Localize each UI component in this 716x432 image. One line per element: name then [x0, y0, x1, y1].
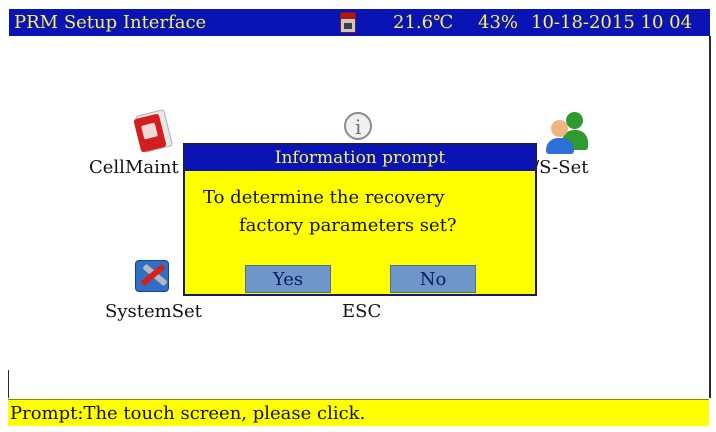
system-tools-icon[interactable]	[133, 256, 173, 296]
systemset-label: SystemSet	[105, 301, 202, 322]
cell-maintenance-icon[interactable]	[133, 108, 174, 154]
temperature-readout: 21.6℃	[393, 12, 454, 33]
information-dialog: Information prompt To determine the reco…	[183, 143, 537, 296]
yes-button[interactable]: Yes	[245, 265, 331, 293]
app-title: PRM Setup Interface	[14, 12, 207, 33]
datetime-readout: 10-18-2015 10 04	[531, 12, 693, 33]
user-head-front	[551, 120, 568, 137]
no-button[interactable]: No	[390, 265, 476, 293]
dialog-title: Information prompt	[185, 145, 535, 171]
info-icon-ring	[344, 112, 372, 140]
left-border	[8, 370, 9, 398]
sd-card-icon	[340, 12, 356, 33]
user-body-front	[546, 138, 574, 154]
users-icon[interactable]	[546, 110, 588, 154]
desktop-item-systemset[interactable]: SystemSet	[105, 301, 202, 322]
cellmaint-label: CellMaint	[89, 157, 179, 178]
dialog-message-line1: To determine the recovery	[203, 187, 445, 208]
desktop-item-cellmaint[interactable]: CellMaint	[89, 157, 179, 178]
humidity-readout: 43%	[478, 12, 519, 33]
dialog-message-line2: factory parameters set?	[239, 215, 457, 236]
info-icon[interactable]	[344, 112, 376, 142]
screen: PRM Setup Interface 21.6℃ 43% 10-18-2015…	[0, 0, 716, 432]
prompt-text: Prompt:The touch screen, please click.	[10, 403, 366, 424]
user-head-back	[566, 112, 583, 129]
desktop-item-esc[interactable]: ESC	[342, 301, 381, 322]
esc-label: ESC	[342, 301, 382, 322]
title-bar: PRM Setup Interface 21.6℃ 43% 10-18-2015…	[9, 9, 710, 36]
prompt-bar: Prompt:The touch screen, please click.	[8, 399, 709, 426]
right-border	[709, 36, 711, 398]
